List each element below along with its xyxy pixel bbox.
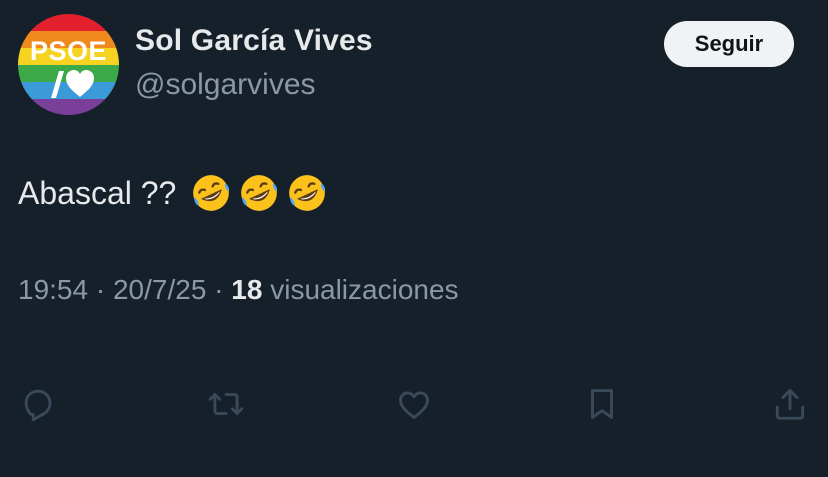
tweet-body: Abascal ??	[18, 174, 177, 211]
share-icon	[775, 389, 805, 420]
tweet-meta: 19:54 · 20/7/25 · 18 visualizaciones	[18, 274, 459, 306]
psoe-pride-logo: PSOE	[18, 14, 119, 115]
meta-separator: ·	[95, 274, 106, 305]
retweet-icon	[208, 393, 244, 415]
display-name[interactable]: Sol García Vives	[135, 24, 373, 58]
retweet-button[interactable]	[206, 384, 246, 424]
views-label: visualizaciones	[270, 274, 459, 305]
like-button[interactable]	[394, 384, 434, 424]
tweet-time[interactable]: 19:54	[18, 274, 88, 305]
reply-icon	[24, 389, 52, 422]
rolling-on-floor-laughing-icon	[241, 175, 278, 211]
meta-separator: ·	[214, 274, 224, 305]
action-bar	[0, 384, 828, 424]
avatar-text: PSOE	[30, 36, 107, 66]
bookmark-icon	[591, 389, 613, 419]
rolling-on-floor-laughing-icon	[289, 175, 326, 211]
share-button[interactable]	[770, 384, 810, 424]
heart-icon	[399, 391, 429, 419]
follow-button[interactable]: Seguir	[664, 21, 794, 67]
tweet-date[interactable]: 20/7/25	[113, 274, 206, 305]
rolling-on-floor-laughing-icon	[193, 175, 230, 211]
reply-button[interactable]	[18, 384, 58, 424]
user-handle[interactable]: @solgarvives	[135, 68, 316, 102]
avatar[interactable]: PSOE	[18, 14, 119, 115]
views-count: 18	[231, 274, 263, 305]
bookmark-button[interactable]	[582, 384, 622, 424]
tweet-text: Abascal ??	[18, 172, 328, 214]
